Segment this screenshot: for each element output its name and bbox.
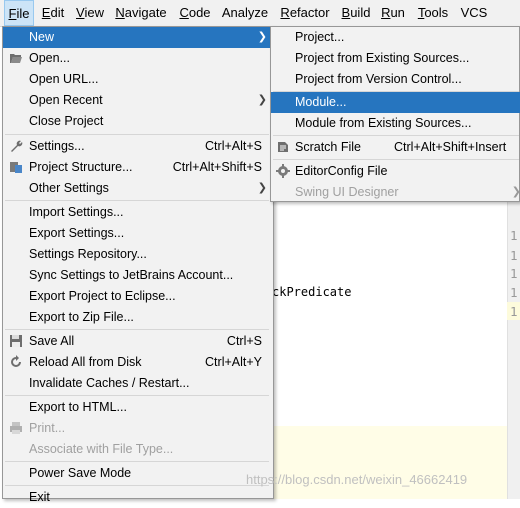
chevron-right-icon: ❯ bbox=[257, 94, 267, 106]
submenu-item-project[interactable]: Project... bbox=[271, 27, 520, 48]
menu-item-print[interactable]: Print... bbox=[3, 418, 271, 439]
menu-separator bbox=[273, 159, 519, 160]
gear-icon bbox=[276, 164, 290, 178]
menu-item-project-structure[interactable]: Project Structure... Ctrl+Alt+Shift+S bbox=[3, 157, 271, 178]
menu-view[interactable]: View bbox=[74, 0, 106, 26]
line-number: 1 bbox=[510, 304, 518, 319]
line-number: 1 bbox=[510, 285, 518, 300]
menu-item-export-html[interactable]: Export to HTML... bbox=[3, 397, 271, 418]
editor-highlight-region bbox=[270, 426, 507, 499]
menu-run[interactable]: Run bbox=[380, 0, 406, 26]
refresh-icon bbox=[11, 355, 21, 367]
menu-separator bbox=[5, 461, 269, 462]
new-submenu: Project... Project from Existing Sources… bbox=[270, 26, 520, 202]
printer-icon bbox=[10, 422, 22, 434]
menu-vcs[interactable]: VCS bbox=[460, 0, 488, 26]
submenu-item-scratch-file[interactable]: Scratch File Ctrl+Alt+Shift+Insert bbox=[271, 137, 520, 158]
menu-item-power-save-mode[interactable]: Power Save Mode bbox=[3, 463, 271, 484]
menu-analyze[interactable]: Analyze bbox=[221, 0, 269, 26]
menu-separator bbox=[5, 329, 269, 330]
line-number: 1 bbox=[510, 266, 518, 281]
menu-build[interactable]: Build bbox=[340, 0, 372, 26]
menu-tools[interactable]: Tools bbox=[415, 0, 451, 26]
menu-item-export-settings[interactable]: Export Settings... bbox=[3, 223, 271, 244]
save-icon bbox=[10, 335, 22, 347]
submenu-item-swing-ui-designer[interactable]: Swing UI Designer ❯ bbox=[271, 182, 520, 203]
menu-item-exit[interactable]: Exit bbox=[3, 487, 271, 508]
editor-gutter bbox=[507, 198, 520, 499]
menu-item-associate-file-type[interactable]: Associate with File Type... bbox=[3, 439, 271, 460]
submenu-item-module-existing-sources[interactable]: Module from Existing Sources... bbox=[271, 113, 520, 134]
scratch-file-icon bbox=[278, 142, 288, 152]
submenu-item-editorconfig[interactable]: EditorConfig File bbox=[271, 161, 520, 182]
menu-item-reload-all[interactable]: Reload All from Disk Ctrl+Alt+Y bbox=[3, 352, 271, 373]
submenu-item-project-existing-sources[interactable]: Project from Existing Sources... bbox=[271, 48, 520, 69]
submenu-item-project-vcs[interactable]: Project from Version Control... bbox=[271, 69, 520, 90]
menu-item-new[interactable]: New ❯ bbox=[3, 27, 271, 48]
code-line[interactable]: ckPredicate bbox=[272, 285, 351, 299]
menu-navigate[interactable]: Navigate bbox=[114, 0, 168, 26]
menu-item-sync-settings[interactable]: Sync Settings to JetBrains Account... bbox=[3, 265, 271, 286]
watermark: https://blog.csdn.net/weixin_46662419 bbox=[246, 472, 468, 487]
menu-separator bbox=[5, 200, 269, 201]
menu-separator bbox=[273, 135, 519, 136]
menu-file[interactable]: File bbox=[4, 0, 34, 26]
file-menu: New ❯ Open... Open URL... Open Recent ❯ … bbox=[2, 26, 274, 504]
menu-item-open[interactable]: Open... bbox=[3, 48, 271, 69]
menu-separator bbox=[5, 134, 269, 135]
menu-code[interactable]: Code bbox=[178, 0, 212, 26]
menu-bar: File Edit View Navigate Code Analyze Ref… bbox=[0, 0, 520, 27]
menu-item-open-recent[interactable]: Open Recent ❯ bbox=[3, 90, 271, 111]
menu-item-other-settings[interactable]: Other Settings ❯ bbox=[3, 178, 271, 199]
menu-item-settings-repository[interactable]: Settings Repository... bbox=[3, 244, 271, 265]
menu-item-open-url[interactable]: Open URL... bbox=[3, 69, 271, 90]
menu-item-save-all[interactable]: Save All Ctrl+S bbox=[3, 331, 271, 352]
menu-item-import-settings[interactable]: Import Settings... bbox=[3, 202, 271, 223]
wrench-icon bbox=[11, 140, 23, 152]
menu-item-invalidate-caches[interactable]: Invalidate Caches / Restart... bbox=[3, 373, 271, 394]
menu-item-settings[interactable]: Settings... Ctrl+Alt+S bbox=[3, 136, 271, 157]
line-number: 1 bbox=[510, 248, 518, 263]
chevron-right-icon: ❯ bbox=[512, 182, 520, 203]
project-structure-icon bbox=[10, 162, 22, 173]
menu-separator bbox=[5, 395, 269, 396]
menu-item-export-eclipse[interactable]: Export Project to Eclipse... bbox=[3, 286, 271, 307]
menu-refactor[interactable]: Refactor bbox=[279, 0, 331, 26]
chevron-right-icon: ❯ bbox=[257, 31, 267, 43]
menu-item-close-project[interactable]: Close Project bbox=[3, 111, 271, 132]
menu-edit[interactable]: Edit bbox=[40, 0, 66, 26]
line-number: 1 bbox=[510, 228, 518, 243]
menu-item-export-zip[interactable]: Export to Zip File... bbox=[3, 307, 271, 328]
chevron-right-icon: ❯ bbox=[257, 182, 267, 194]
menu-separator bbox=[5, 485, 269, 486]
folder-open-icon bbox=[10, 54, 22, 63]
submenu-item-module[interactable]: Module... bbox=[271, 92, 520, 113]
